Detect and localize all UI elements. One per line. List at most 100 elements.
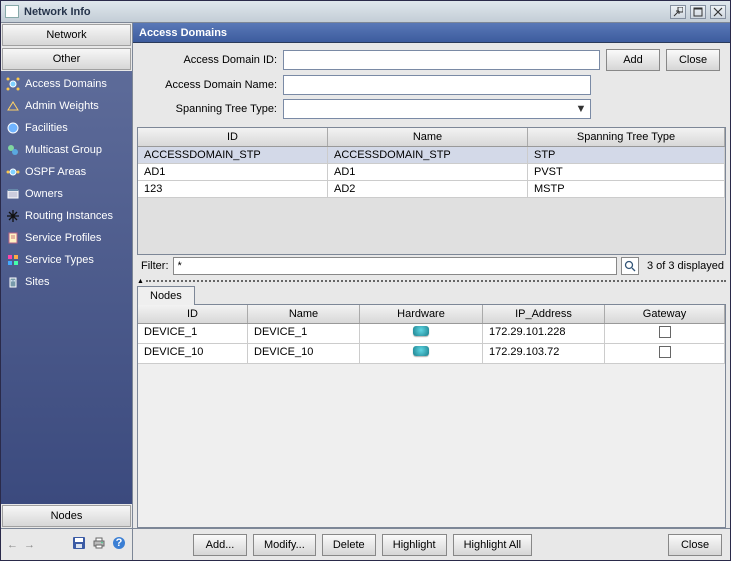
window: Network Info Network Other Access Domain…	[0, 0, 731, 561]
multicast-icon	[5, 142, 21, 158]
add-button-bottom[interactable]: Add...	[193, 534, 247, 556]
window-title: Network Info	[24, 6, 91, 18]
spanning-tree-type-select[interactable]: ▼	[283, 99, 591, 119]
gateway-checkbox[interactable]	[659, 346, 671, 358]
cell-name: ACCESSDOMAIN_STP	[328, 147, 528, 163]
maximize-icon[interactable]	[690, 5, 706, 19]
sidebar-tab-nodes[interactable]: Nodes	[2, 505, 131, 527]
delete-button[interactable]: Delete	[322, 534, 376, 556]
filter-count: 3 of 3 displayed	[647, 260, 726, 272]
tabs: Nodes	[137, 285, 726, 305]
forward-icon[interactable]: →	[24, 539, 35, 551]
cell-gw	[605, 324, 725, 343]
cell-name: DEVICE_10	[248, 344, 360, 363]
access-domain-id-input[interactable]	[283, 50, 600, 70]
cell-id: ACCESSDOMAIN_STP	[138, 147, 328, 163]
access-domain-name-input[interactable]	[283, 75, 591, 95]
cell-name: AD2	[328, 181, 528, 197]
main-header: Access Domains	[133, 23, 730, 43]
sidebar-item-label: Sites	[25, 276, 49, 288]
save-icon[interactable]	[72, 536, 86, 553]
sidebar-tab-network[interactable]: Network	[2, 24, 131, 46]
highlight-button[interactable]: Highlight	[382, 534, 447, 556]
sidebar-item-label: Multicast Group	[25, 144, 102, 156]
sidebar-item-routing-instances[interactable]: Routing Instances	[1, 205, 132, 227]
cell-name: DEVICE_1	[248, 324, 360, 343]
sidebar-item-label: Owners	[25, 188, 63, 200]
filter-input[interactable]	[173, 257, 617, 275]
sidebar-item-service-profiles[interactable]: Service Profiles	[1, 227, 132, 249]
routing-icon	[5, 208, 21, 224]
sidebar-item-service-types[interactable]: Service Types	[1, 249, 132, 271]
help-icon[interactable]: ?	[112, 536, 126, 553]
gateway-checkbox[interactable]	[659, 326, 671, 338]
close-button-bottom[interactable]: Close	[668, 534, 722, 556]
detach-icon[interactable]	[670, 5, 686, 19]
sidebar-item-label: Access Domains	[25, 78, 107, 90]
service-types-icon	[5, 252, 21, 268]
name-label: Access Domain Name:	[143, 79, 283, 91]
cell-id: 123	[138, 181, 328, 197]
print-icon[interactable]	[92, 536, 106, 553]
col-ip[interactable]: IP_Address	[483, 305, 605, 323]
sidebar-item-label: Routing Instances	[25, 210, 113, 222]
sidebar-item-facilities[interactable]: Facilities	[1, 117, 132, 139]
table-row[interactable]: 123 AD2 MSTP	[138, 181, 725, 198]
cell-hw	[360, 344, 483, 363]
sidebar-item-sites[interactable]: Sites	[1, 271, 132, 293]
weights-icon	[5, 98, 21, 114]
filter-bar: Filter: 3 of 3 displayed	[137, 257, 726, 275]
sidebar-item-ospf-areas[interactable]: OSPF Areas	[1, 161, 132, 183]
filter-label: Filter:	[137, 260, 173, 272]
sidebar-item-label: Facilities	[25, 122, 68, 134]
svg-text:?: ?	[116, 537, 123, 549]
sidebar-item-admin-weights[interactable]: Admin Weights	[1, 95, 132, 117]
close-button[interactable]: Close	[666, 49, 720, 71]
col-id[interactable]: ID	[138, 128, 328, 146]
sidebar-tree: Access Domains Admin Weights Facilities …	[1, 71, 132, 504]
back-icon[interactable]: ←	[7, 539, 18, 551]
col-hw[interactable]: Hardware	[360, 305, 483, 323]
app-icon	[5, 5, 19, 18]
tab-nodes[interactable]: Nodes	[137, 286, 195, 305]
sidebar-tab-other[interactable]: Other	[2, 48, 131, 70]
modify-button[interactable]: Modify...	[253, 534, 316, 556]
search-icon[interactable]	[621, 257, 639, 275]
table-row[interactable]: AD1 AD1 PVST	[138, 164, 725, 181]
sites-icon	[5, 274, 21, 290]
sidebar-item-owners[interactable]: Owners	[1, 183, 132, 205]
sidebar-item-access-domains[interactable]: Access Domains	[1, 73, 132, 95]
main-panel: Access Domains Access Domain ID: Add Clo…	[133, 23, 730, 560]
col-name[interactable]: Name	[328, 128, 528, 146]
sidebar-item-label: Service Profiles	[25, 232, 101, 244]
col-name[interactable]: Name	[248, 305, 360, 323]
add-button[interactable]: Add	[606, 49, 660, 71]
close-icon[interactable]	[710, 5, 726, 19]
cell-name: AD1	[328, 164, 528, 180]
table-row[interactable]: DEVICE_10 DEVICE_10 172.29.103.72	[138, 344, 725, 364]
sidebar: Network Other Access Domains Admin Weigh…	[1, 23, 133, 560]
cell-id: AD1	[138, 164, 328, 180]
sidebar-item-label: OSPF Areas	[25, 166, 86, 178]
cell-stt: PVST	[528, 164, 725, 180]
owners-icon	[5, 186, 21, 202]
domains-table: ID Name Spanning Tree Type ACCESSDOMAIN_…	[137, 127, 726, 255]
col-stt[interactable]: Spanning Tree Type	[528, 128, 725, 146]
col-id[interactable]: ID	[138, 305, 248, 323]
profiles-icon	[5, 230, 21, 246]
cell-gw	[605, 344, 725, 363]
split-handle[interactable]: ▲	[137, 277, 726, 285]
table-row[interactable]: DEVICE_1 DEVICE_1 172.29.101.228	[138, 324, 725, 344]
facilities-icon	[5, 120, 21, 136]
sidebar-item-multicast-group[interactable]: Multicast Group	[1, 139, 132, 161]
nodes-table-header: ID Name Hardware IP_Address Gateway	[138, 305, 725, 324]
col-gw[interactable]: Gateway	[605, 305, 725, 323]
table-row[interactable]: ACCESSDOMAIN_STP ACCESSDOMAIN_STP STP	[138, 147, 725, 164]
chevron-down-icon: ▼	[574, 102, 588, 116]
cell-hw	[360, 324, 483, 343]
cell-ip: 172.29.103.72	[483, 344, 605, 363]
sidebar-item-label: Service Types	[25, 254, 94, 266]
domain-icon	[5, 76, 21, 92]
highlight-all-button[interactable]: Highlight All	[453, 534, 532, 556]
cell-stt: STP	[528, 147, 725, 163]
